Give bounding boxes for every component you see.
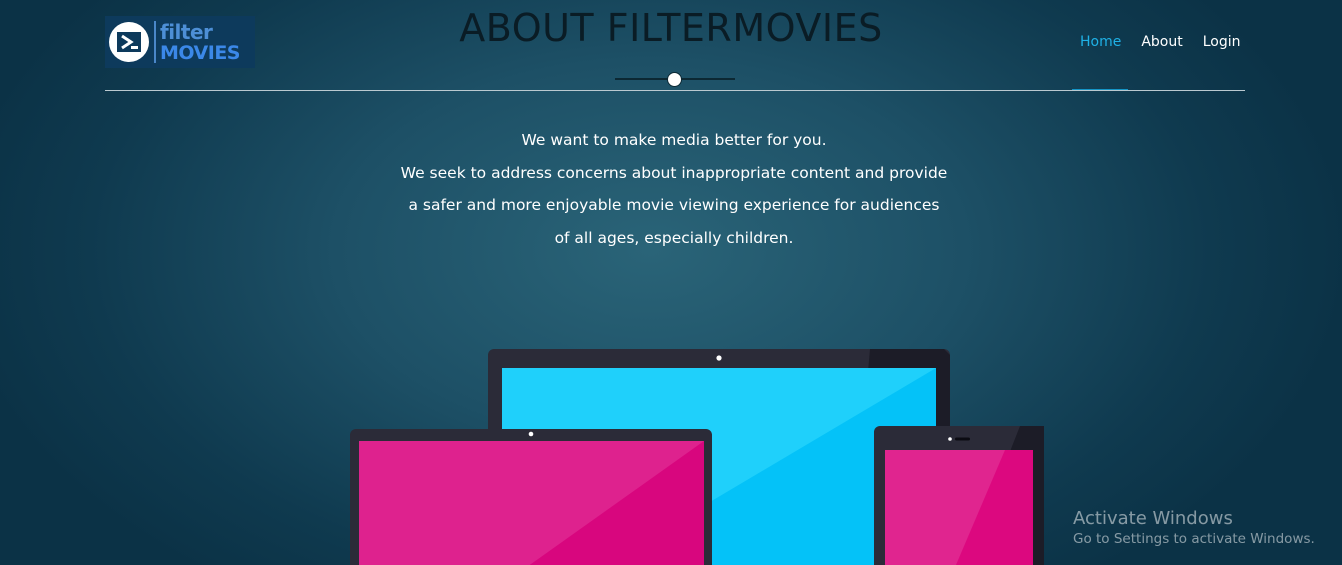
devices-illustration: [350, 349, 1044, 565]
watermark-title: Activate Windows: [1073, 508, 1233, 529]
windows-activation-watermark: Activate Windows Go to Settings to activ…: [1073, 508, 1315, 547]
tablet-illustration: [874, 426, 1044, 565]
laptop-illustration: [350, 429, 712, 565]
watermark-subtitle: Go to Settings to activate Windows.: [1073, 531, 1315, 547]
